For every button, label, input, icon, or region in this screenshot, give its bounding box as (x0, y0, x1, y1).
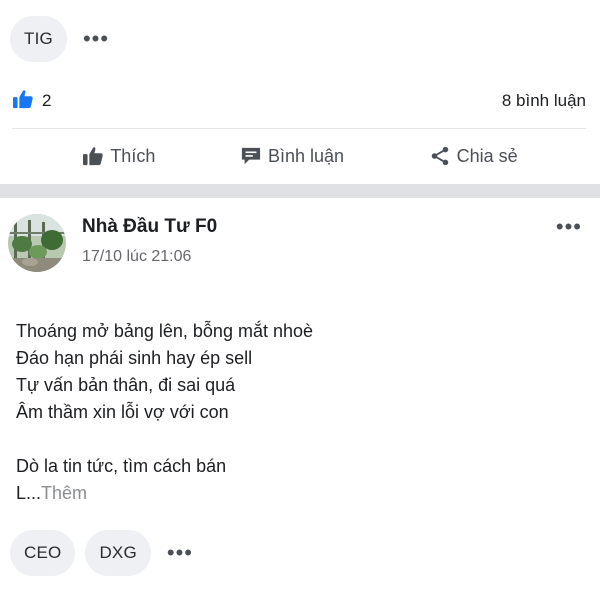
post-line: Dò la tin tức, tìm cách bán (16, 456, 227, 476)
post-more-icon[interactable]: ••• (556, 214, 582, 240)
bottom-tags-more-icon[interactable]: ••• (161, 542, 199, 564)
comment-icon (240, 146, 262, 166)
like-button[interactable]: Thích (82, 146, 155, 167)
post-line: Đáo hạn phái sinh hay ép sell (16, 348, 253, 368)
reactions-summary: 2 8 bình luận (12, 84, 586, 118)
post-body: Thoáng mở bảng lên, bỗng mắt nhoè Đáo hạ… (16, 318, 584, 507)
like-button-label: Thích (110, 145, 156, 166)
tag-ceo[interactable]: CEO (10, 530, 76, 576)
post-line: Tự vấn bản thân, đi sai quá (16, 375, 236, 395)
like-summary[interactable]: 2 (12, 89, 51, 114)
reactions-divider (12, 128, 586, 129)
avatar[interactable] (8, 214, 66, 272)
comment-button[interactable]: Bình luận (240, 146, 344, 167)
thumbs-up-icon (82, 146, 104, 166)
comment-button-label: Bình luận (267, 145, 345, 166)
top-tags-more-icon[interactable]: ••• (77, 28, 115, 50)
post-line: Âm thầm xin lỗi vợ với con (16, 402, 229, 422)
share-button[interactable]: Chia sẻ (429, 145, 518, 167)
top-tag-row: TIG ••• (10, 16, 115, 62)
post-author[interactable]: Nhà Đầu Tư F0 (82, 216, 217, 238)
comment-count[interactable]: 8 bình luận (502, 91, 586, 111)
post-line: Thoáng mở bảng lên, bỗng mắt nhoè (16, 321, 314, 341)
like-count: 2 (42, 91, 52, 110)
share-button-label: Chia sẻ (456, 145, 518, 166)
truncated-text: L... (16, 483, 42, 503)
post-separator (0, 184, 600, 198)
tag-tig[interactable]: TIG (10, 16, 67, 62)
post-header: Nhà Đầu Tư F0 17/10 lúc 21:06 ••• (8, 210, 586, 280)
tag-dxg[interactable]: DXG (85, 530, 151, 576)
like-reaction-icon (12, 89, 34, 114)
post-action-bar: Thích Bình luận Chia sẻ (0, 132, 600, 180)
post-truncated-line: L...Thêm (16, 480, 584, 507)
post-timestamp: 17/10 lúc 21:06 (82, 248, 192, 265)
share-icon (429, 145, 451, 167)
bottom-tag-row: CEO DXG ••• (10, 530, 199, 576)
see-more-link[interactable]: Thêm (41, 483, 87, 503)
